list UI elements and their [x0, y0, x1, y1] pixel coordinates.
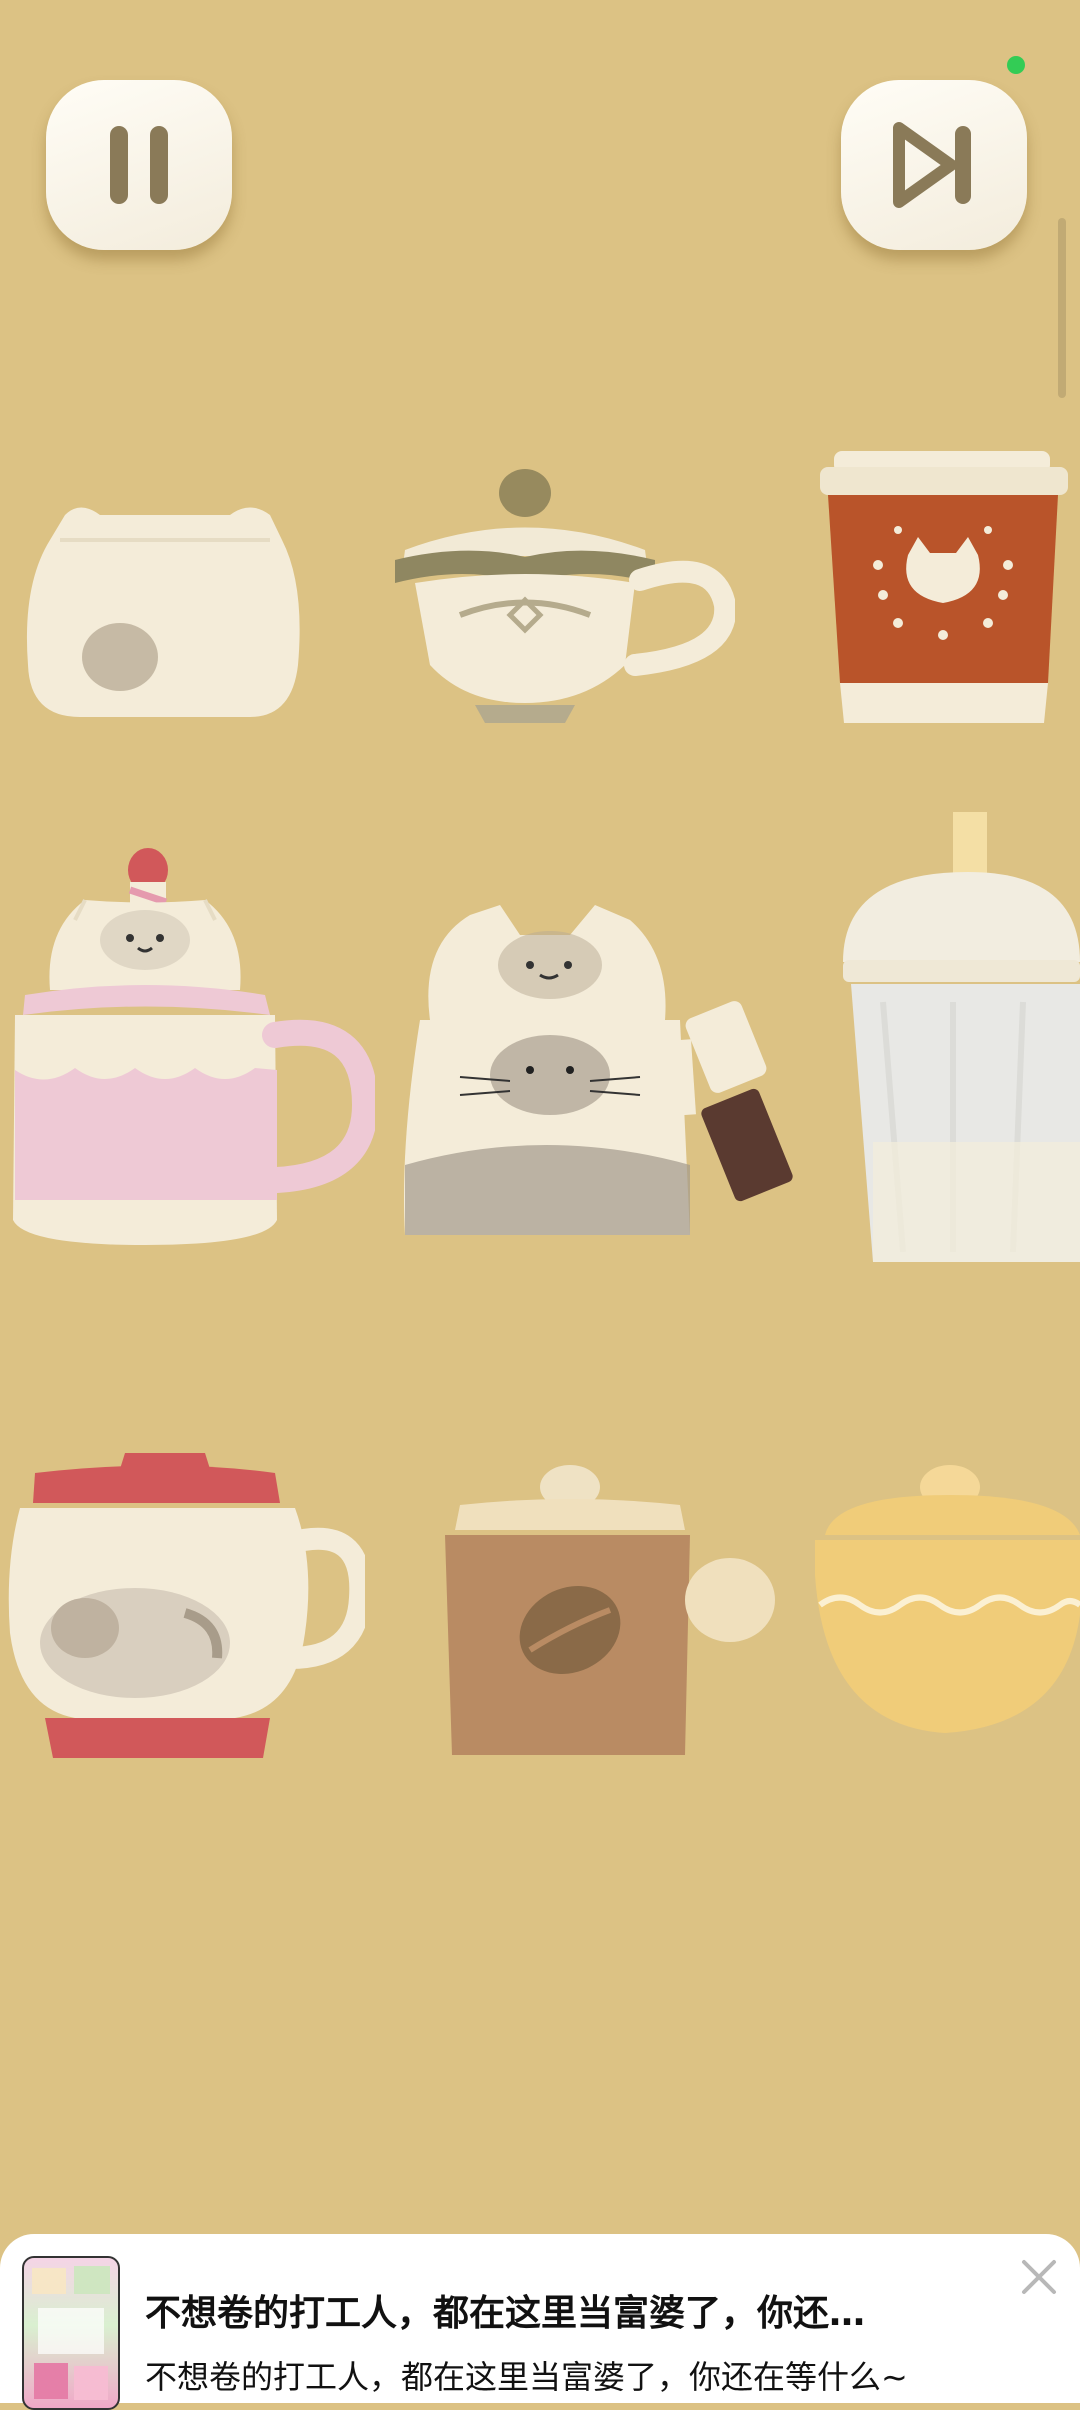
scrollbar[interactable]	[1058, 218, 1066, 398]
close-icon[interactable]	[1016, 2254, 1062, 2300]
status-indicator-dot	[1007, 56, 1025, 74]
ad-banner[interactable]: 不想卷的打工人，都在这里当富婆了，你还… 不想卷的打工人，都在这里当富婆了，你还…	[0, 2234, 1080, 2410]
pause-icon	[110, 126, 168, 204]
cup-birthday-cat-mug[interactable]	[5, 820, 375, 1250]
pause-button[interactable]	[46, 80, 232, 250]
skip-forward-icon	[893, 122, 971, 208]
cup-ornate-teacup[interactable]	[385, 465, 735, 730]
cup-round-lidded-jar[interactable]	[20, 495, 310, 725]
cup-sleeping-cat-jar[interactable]	[5, 1453, 365, 1763]
ad-subtitle[interactable]: 不想卷的打工人，都在这里当富婆了，你还在等什么~	[145, 2352, 1045, 2398]
ad-title[interactable]: 不想卷的打工人，都在这里当富婆了，你还…	[145, 2284, 975, 2336]
ad-thumbnail-image[interactable]	[22, 2256, 120, 2410]
cup-yellow-sugar-bowl[interactable]	[815, 1465, 1080, 1740]
cup-iced-drink[interactable]	[843, 812, 1080, 1267]
cup-coffee-bean-mug[interactable]	[440, 1465, 780, 1765]
cup-cat-teapot-mug[interactable]	[400, 895, 820, 1255]
cup-cat-coffee-to-go[interactable]	[818, 445, 1070, 725]
skip-button[interactable]	[841, 80, 1027, 250]
